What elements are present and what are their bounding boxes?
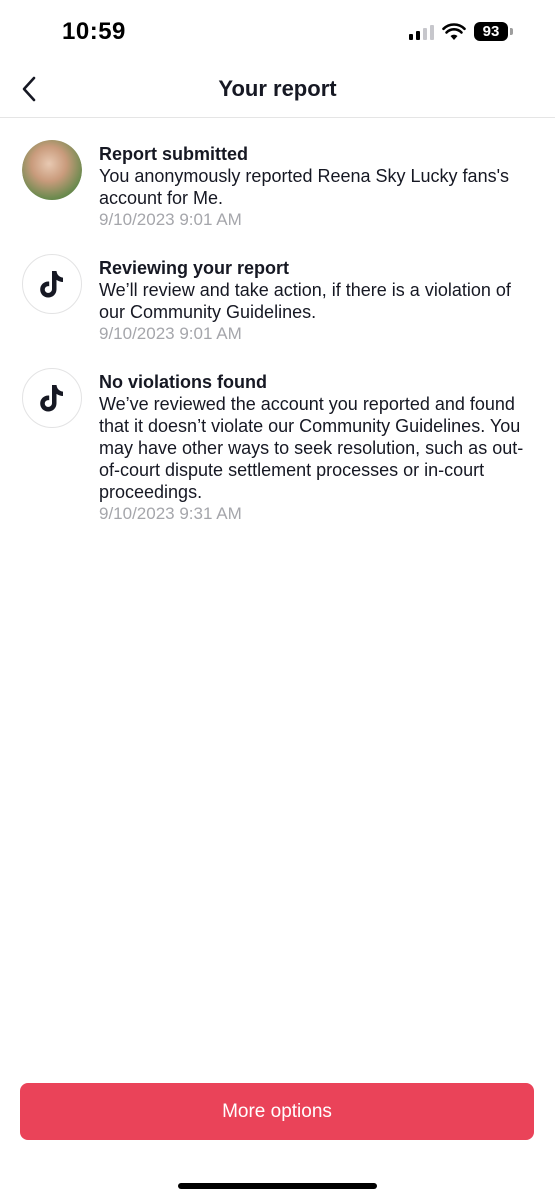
entry-timestamp: 9/10/2023 9:31 AM	[99, 504, 242, 523]
avatar	[22, 140, 82, 200]
timeline-entry-text: Report submitted You anonymously reporte…	[99, 140, 529, 231]
battery-icon: 93	[474, 22, 513, 41]
timeline-entry-text: No violations found We’ve reviewed the a…	[99, 368, 529, 525]
battery-level: 93	[474, 22, 508, 41]
wifi-icon	[442, 22, 466, 40]
entry-title: No violations found	[99, 372, 267, 392]
user-avatar-image	[22, 140, 82, 200]
cellular-signal-icon	[409, 24, 434, 40]
entry-timestamp: 9/10/2023 9:01 AM	[99, 210, 242, 229]
page-title: Your report	[218, 76, 337, 101]
timeline-entry-text: Reviewing your report We’ll review and t…	[99, 254, 529, 345]
status-icons: 93	[409, 22, 513, 41]
more-options-button[interactable]: More options	[20, 1083, 534, 1140]
entry-timestamp: 9/10/2023 9:01 AM	[99, 324, 242, 343]
entry-title: Report submitted	[99, 144, 249, 164]
tiktok-logo-icon	[22, 368, 82, 428]
entry-description: We’ll review and take action, if there i…	[99, 280, 511, 322]
entry-description: We’ve reviewed the account you reported …	[99, 394, 524, 502]
tiktok-logo-icon	[22, 254, 82, 314]
entry-title: Reviewing your report	[99, 258, 290, 278]
status-time: 10:59	[62, 18, 126, 45]
home-indicator[interactable]	[178, 1183, 377, 1189]
nav-header: Your report	[0, 62, 555, 118]
status-bar: 10:59 93	[0, 0, 555, 62]
entry-description: You anonymously reported Reena Sky Lucky…	[99, 166, 510, 208]
